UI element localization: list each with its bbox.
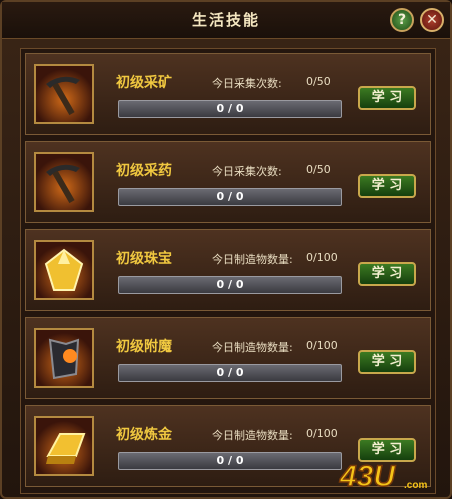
skill-row-herbalism: 初级采药 今日采集次数: 0/50 0 / 0 学 习 (25, 141, 431, 223)
daily-count-value: 0/100 (306, 339, 338, 352)
gem-icon (34, 240, 94, 300)
skill-progress-bar: 0 / 0 (118, 276, 342, 294)
skill-name: 初级采矿 (116, 75, 172, 91)
skill-progress-bar: 0 / 0 (118, 100, 342, 118)
progress-text: 0 / 0 (216, 366, 244, 379)
progress-text: 0 / 0 (216, 454, 244, 467)
daily-count-label: 今日制造物数量: (212, 253, 293, 266)
progress-text: 0 / 0 (216, 102, 244, 115)
daily-count-value: 0/100 (306, 251, 338, 264)
skill-progress-bar: 0 / 0 (118, 452, 342, 470)
skill-name: 初级珠宝 (116, 251, 172, 267)
daily-count-value: 0/100 (306, 427, 338, 440)
enchant-armor-icon (34, 328, 94, 388)
life-skills-window: 生活技能 ? ✕ 初级采矿 今日采集次数: 0/50 0 / 0 学 习 初级采… (0, 0, 452, 499)
close-button[interactable]: ✕ (420, 8, 444, 32)
daily-count-label: 今日制造物数量: (212, 341, 293, 354)
skill-name: 初级附魔 (116, 339, 172, 355)
daily-count-label: 今日采集次数: (212, 165, 282, 178)
pickaxe-icon (34, 64, 94, 124)
learn-button[interactable]: 学 习 (358, 86, 416, 110)
gold-bar-icon (34, 416, 94, 476)
learn-button[interactable]: 学 习 (358, 174, 416, 198)
pickaxe-icon (34, 152, 94, 212)
daily-count-value: 0/50 (306, 75, 331, 88)
help-button[interactable]: ? (390, 8, 414, 32)
svg-text:.com: .com (404, 480, 427, 491)
skill-progress-bar: 0 / 0 (118, 364, 342, 382)
skill-row-enchanting: 初级附魔 今日制造物数量: 0/100 0 / 0 学 习 (25, 317, 431, 399)
progress-text: 0 / 0 (216, 190, 244, 203)
title-bar[interactable]: 生活技能 ? ✕ (2, 2, 450, 39)
skill-name: 初级采药 (116, 163, 172, 179)
skill-row-mining: 初级采矿 今日采集次数: 0/50 0 / 0 学 习 (25, 53, 431, 135)
skill-progress-bar: 0 / 0 (118, 188, 342, 206)
svg-text:43U: 43U (339, 460, 396, 493)
skills-list: 初级采矿 今日采集次数: 0/50 0 / 0 学 习 初级采药 今日采集次数:… (20, 48, 436, 494)
daily-count-label: 今日制造物数量: (212, 429, 293, 442)
learn-button[interactable]: 学 习 (358, 350, 416, 374)
daily-count-value: 0/50 (306, 163, 331, 176)
site-watermark-logo: 43U .com (338, 456, 438, 494)
progress-text: 0 / 0 (216, 278, 244, 291)
skill-row-jewelcrafting: 初级珠宝 今日制造物数量: 0/100 0 / 0 学 习 (25, 229, 431, 311)
learn-button[interactable]: 学 习 (358, 262, 416, 286)
daily-count-label: 今日采集次数: (212, 77, 282, 90)
skill-name: 初级炼金 (116, 427, 172, 443)
window-title: 生活技能 (191, 11, 260, 29)
